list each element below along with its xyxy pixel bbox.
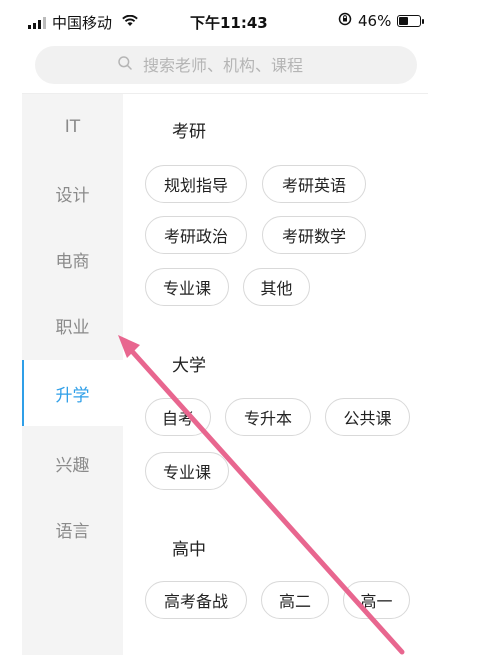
search-input[interactable] [141, 54, 335, 76]
tag-chip[interactable]: 高二 [261, 581, 329, 619]
sidebar-item-it[interactable]: IT [22, 94, 123, 160]
sidebar-item-further-education[interactable]: 升学 [22, 360, 123, 426]
sidebar-item-design[interactable]: 设计 [22, 160, 123, 226]
tag-chip[interactable]: 其他 [243, 268, 310, 306]
tag-chip[interactable]: 公共课 [325, 398, 410, 436]
battery-percent: 46% [358, 12, 392, 30]
wifi-icon [122, 14, 138, 31]
section-title: 大学 [172, 356, 206, 376]
clock: 下午11:43 [190, 14, 268, 32]
tag-chip[interactable]: 规划指导 [145, 165, 247, 203]
tag-chip[interactable]: 专升本 [225, 398, 311, 436]
search-bar[interactable] [35, 46, 417, 84]
sidebar-item-ecommerce[interactable]: 电商 [22, 226, 123, 292]
sidebar-item-label: 兴趣 [55, 455, 90, 476]
battery-icon [397, 15, 425, 27]
sidebar-item-label: IT [64, 117, 81, 137]
tag-chip[interactable]: 考研政治 [145, 216, 247, 254]
search-icon [117, 55, 133, 75]
tag-chip[interactable]: 专业课 [145, 268, 229, 306]
status-bar: 中国移动 下午11:43 46% [0, 0, 430, 40]
sidebar-item-label: 升学 [55, 385, 90, 406]
category-sidebar: IT 设计 电商 职业 升学 兴趣 语言 [22, 94, 123, 655]
tag-chip[interactable]: 高一 [343, 581, 410, 619]
section-title: 高中 [172, 540, 206, 560]
sidebar-item-language[interactable]: 语言 [22, 496, 123, 562]
rotation-lock-icon [338, 12, 352, 30]
signal-icon [28, 16, 46, 29]
tag-chip[interactable]: 考研数学 [262, 216, 366, 254]
carrier-label: 中国移动 [52, 14, 113, 32]
tag-chip[interactable]: 自考 [145, 398, 211, 436]
sidebar-item-label: 设计 [55, 185, 90, 206]
tag-chip[interactable]: 考研英语 [262, 165, 366, 203]
section-title: 考研 [172, 122, 206, 142]
sidebar-item-label: 语言 [55, 521, 90, 542]
sidebar-item-hobby[interactable]: 兴趣 [22, 430, 123, 496]
sidebar-item-label: 电商 [55, 251, 90, 272]
tag-chip[interactable]: 高考备战 [145, 581, 247, 619]
tag-chip[interactable]: 专业课 [145, 452, 229, 490]
sidebar-item-label: 职业 [55, 317, 90, 338]
sidebar-item-career[interactable]: 职业 [22, 292, 123, 358]
